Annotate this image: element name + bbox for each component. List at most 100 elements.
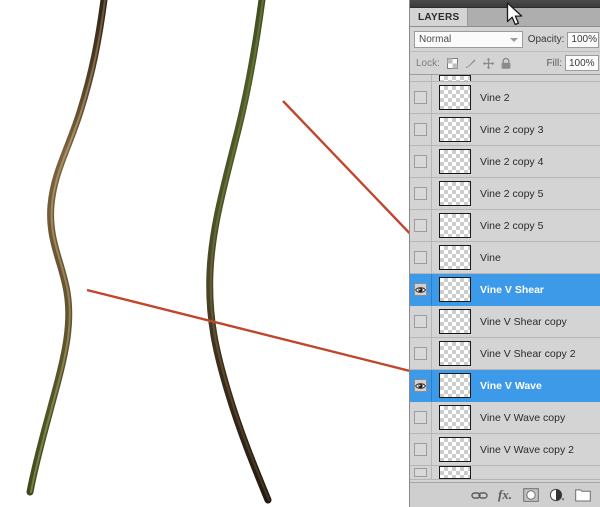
vine-right-stem <box>206 0 272 504</box>
layer-visibility-toggle[interactable] <box>410 210 432 241</box>
layer-visibility-toggle[interactable] <box>410 466 432 479</box>
layer-row[interactable]: Vine V Wave <box>410 370 600 402</box>
layer-thumbnail[interactable] <box>439 309 471 334</box>
eye-empty-icon[interactable] <box>414 347 427 360</box>
document-canvas[interactable] <box>0 0 409 507</box>
layer-thumbnail-cell <box>432 373 478 398</box>
layer-row[interactable]: Vine V Wave copy <box>410 402 600 434</box>
layer-thumbnail[interactable] <box>439 85 471 110</box>
lock-position-icon[interactable] <box>481 56 496 71</box>
layer-visibility-toggle[interactable] <box>410 306 432 337</box>
eye-empty-icon[interactable] <box>414 443 427 456</box>
layer-row[interactable]: Vine 2 copy 5 <box>410 178 600 210</box>
eye-empty-icon[interactable] <box>414 411 427 424</box>
layer-row[interactable]: Vine 2 copy 4 <box>410 146 600 178</box>
eye-empty-icon[interactable] <box>414 91 427 104</box>
new-group-icon[interactable] <box>571 485 595 505</box>
layer-name[interactable]: Vine 2 copy 4 <box>478 156 543 168</box>
vine-left-stem <box>26 0 108 496</box>
layer-thumbnail-cell <box>432 466 478 479</box>
layer-name[interactable]: Vine V Wave copy <box>478 412 565 424</box>
layer-style-fx-icon[interactable]: fx. <box>493 485 517 505</box>
layer-row[interactable]: Vine V Shear copy 2 <box>410 338 600 370</box>
layer-name[interactable]: Vine V Shear copy 2 <box>478 348 576 360</box>
layers-panel: LAYERS Normal Opacity: 100% Lock: Fill: … <box>409 0 600 507</box>
layer-thumbnail[interactable] <box>439 466 471 479</box>
layer-name[interactable]: Vine V Wave copy 2 <box>478 444 574 456</box>
layer-thumbnail[interactable] <box>439 181 471 206</box>
eye-empty-icon[interactable] <box>414 315 427 328</box>
layer-thumbnail[interactable] <box>439 75 471 81</box>
fill-value: 100% <box>569 57 595 69</box>
panel-title-bar[interactable] <box>410 0 600 8</box>
layer-name[interactable]: Vine 2 copy 3 <box>478 124 543 136</box>
layer-thumbnail-cell <box>432 245 478 270</box>
eye-empty-icon[interactable] <box>414 155 427 168</box>
new-adjustment-layer-icon[interactable] <box>545 485 569 505</box>
tab-layers[interactable]: LAYERS <box>410 8 469 26</box>
add-layer-mask-icon[interactable] <box>519 485 543 505</box>
layer-visibility-toggle[interactable] <box>410 82 432 113</box>
layer-visibility-toggle[interactable] <box>410 338 432 369</box>
layer-thumbnail[interactable] <box>439 245 471 270</box>
layer-thumbnail[interactable] <box>439 213 471 238</box>
layer-row[interactable]: Vine V Shear <box>410 274 600 306</box>
layer-name[interactable]: Vine 2 <box>478 92 510 104</box>
fill-input[interactable]: 100% <box>565 55 599 71</box>
chevron-down-icon[interactable] <box>509 37 518 42</box>
layer-thumbnail[interactable] <box>439 277 471 302</box>
layer-thumbnail[interactable] <box>439 149 471 174</box>
layer-row[interactable]: Vine 2 copy 3 <box>410 114 600 146</box>
eye-icon[interactable] <box>414 283 427 296</box>
layer-row[interactable]: Vine V Wave copy 2 <box>410 434 600 466</box>
lock-image-pixels-icon[interactable] <box>463 56 478 71</box>
layer-visibility-toggle[interactable] <box>410 75 432 81</box>
blend-mode-row: Normal Opacity: 100% <box>410 28 600 52</box>
layer-visibility-toggle[interactable] <box>410 146 432 177</box>
layer-thumbnail[interactable] <box>439 341 471 366</box>
layer-thumbnail[interactable] <box>439 373 471 398</box>
layer-thumbnail[interactable] <box>439 437 471 462</box>
layer-row[interactable]: Vine 2 copy 5 <box>410 210 600 242</box>
link-layers-icon[interactable] <box>467 485 491 505</box>
layer-name[interactable]: Vine <box>478 252 501 264</box>
layer-row[interactable]: Vine 2 <box>410 82 600 114</box>
eye-empty-icon[interactable] <box>414 251 427 264</box>
fill-label: Fill: <box>546 57 562 69</box>
layer-row[interactable] <box>410 466 600 480</box>
eye-empty-icon[interactable] <box>414 187 427 200</box>
layer-visibility-toggle[interactable] <box>410 114 432 145</box>
layer-visibility-toggle[interactable] <box>410 242 432 273</box>
layer-visibility-toggle[interactable] <box>410 178 432 209</box>
layer-thumbnail-cell <box>432 181 478 206</box>
layer-list[interactable]: Vine 2 Vine 2 copy 3 Vine 2 copy 4 Vine 2 c… <box>410 75 600 482</box>
panel-tab-row: LAYERS <box>410 8 600 27</box>
layer-visibility-toggle[interactable] <box>410 434 432 465</box>
layer-thumbnail[interactable] <box>439 405 471 430</box>
layer-visibility-toggle[interactable] <box>410 370 432 401</box>
vine-right-highlight <box>209 0 270 501</box>
lock-transparent-pixels-icon[interactable] <box>445 56 460 71</box>
eye-empty-icon[interactable] <box>414 468 427 477</box>
layer-visibility-toggle[interactable] <box>410 402 432 433</box>
layer-thumbnail-cell <box>432 405 478 430</box>
opacity-label: Opacity: <box>527 34 565 45</box>
layer-thumbnail-cell <box>432 213 478 238</box>
layer-name[interactable]: Vine V Shear copy <box>478 316 567 328</box>
eye-empty-icon[interactable] <box>414 219 427 232</box>
layer-name[interactable]: Vine V Shear <box>478 284 544 296</box>
lock-all-icon[interactable] <box>499 56 514 71</box>
opacity-value: 100% <box>571 34 597 45</box>
layer-thumbnail[interactable] <box>439 117 471 142</box>
opacity-input[interactable]: 100% <box>567 31 599 48</box>
eye-icon[interactable] <box>414 379 427 392</box>
layer-name[interactable]: Vine 2 copy 5 <box>478 220 543 232</box>
blend-mode-select[interactable]: Normal <box>414 31 523 48</box>
layer-name[interactable]: Vine V Wave <box>478 380 542 392</box>
layer-visibility-toggle[interactable] <box>410 274 432 305</box>
layer-row[interactable] <box>410 75 600 82</box>
layer-name[interactable]: Vine 2 copy 5 <box>478 188 543 200</box>
layer-row[interactable]: Vine <box>410 242 600 274</box>
eye-empty-icon[interactable] <box>414 123 427 136</box>
layer-row[interactable]: Vine V Shear copy <box>410 306 600 338</box>
